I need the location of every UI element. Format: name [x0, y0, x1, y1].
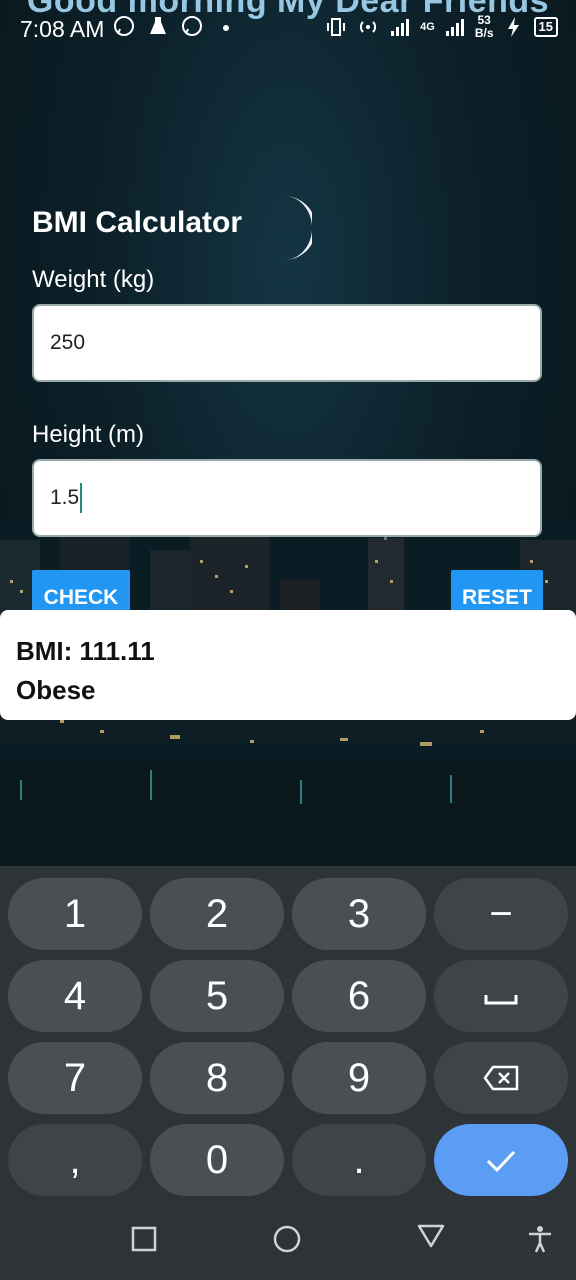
key-7[interactable]: 7: [8, 1042, 142, 1114]
battery-icon: 15: [533, 17, 558, 37]
app-title: BMI Calculator: [32, 206, 243, 239]
key-3[interactable]: 3: [292, 878, 426, 950]
space-icon: [484, 995, 518, 1005]
status-time: 7:08 AM: [20, 16, 105, 42]
key-4[interactable]: 4: [8, 960, 142, 1032]
weight-input[interactable]: 250: [32, 304, 542, 382]
accessibility-icon[interactable]: [525, 1224, 555, 1254]
network-type-label: 4G: [420, 21, 435, 33]
bmi-category: Obese: [16, 675, 96, 705]
signal-icon: [445, 19, 464, 36]
lab-flask-icon: [150, 17, 166, 34]
key-space[interactable]: [434, 960, 568, 1032]
key-8[interactable]: 8: [150, 1042, 284, 1114]
key-backspace[interactable]: [434, 1042, 568, 1114]
dot-icon: [223, 25, 229, 31]
height-label: Height (m): [32, 421, 145, 448]
key-2[interactable]: 2: [150, 878, 284, 950]
text-cursor: [80, 483, 83, 513]
height-value: 1.5: [50, 486, 80, 509]
signal-icon: [391, 19, 410, 36]
key-1[interactable]: 1: [8, 878, 142, 950]
recent-apps-icon[interactable]: [129, 1224, 159, 1254]
netspeed-indicator: 53 B/s: [475, 14, 494, 40]
numeric-keyboard: 1 2 3 − 4 5 6 7 8 9 , 0 .: [0, 866, 576, 1196]
key-6[interactable]: 6: [292, 960, 426, 1032]
result-card: BMI: 111.11 Obese: [0, 610, 576, 720]
check-button[interactable]: CHECK: [32, 570, 130, 614]
whatsapp-icon: [182, 16, 202, 36]
bmi-result: BMI: 111.11: [16, 636, 155, 666]
status-bar: 7:08 AM 4G 53 B/s 15: [0, 8, 576, 48]
moon-icon: [282, 196, 312, 261]
vibrate-icon: [327, 18, 346, 36]
hotspot-icon: [360, 21, 377, 33]
navigation-bar: [0, 1196, 576, 1280]
backspace-icon: [483, 1065, 519, 1091]
charging-icon: [507, 17, 519, 37]
key-period[interactable]: .: [292, 1124, 426, 1196]
key-5[interactable]: 5: [150, 960, 284, 1032]
back-icon[interactable]: [416, 1220, 446, 1250]
weight-label: Weight (kg): [32, 266, 155, 293]
netspeed-unit: B/s: [474, 26, 494, 40]
key-done[interactable]: [434, 1124, 568, 1196]
weight-value: 250: [50, 331, 86, 354]
whatsapp-icon: [114, 16, 134, 36]
home-icon[interactable]: [272, 1224, 302, 1254]
key-comma[interactable]: ,: [8, 1124, 142, 1196]
reset-button[interactable]: RESET: [451, 570, 543, 614]
key-0[interactable]: 0: [150, 1124, 284, 1196]
key-9[interactable]: 9: [292, 1042, 426, 1114]
key-minus[interactable]: −: [434, 878, 568, 950]
height-input[interactable]: 1.5: [32, 459, 542, 537]
checkmark-icon: [486, 1150, 516, 1173]
